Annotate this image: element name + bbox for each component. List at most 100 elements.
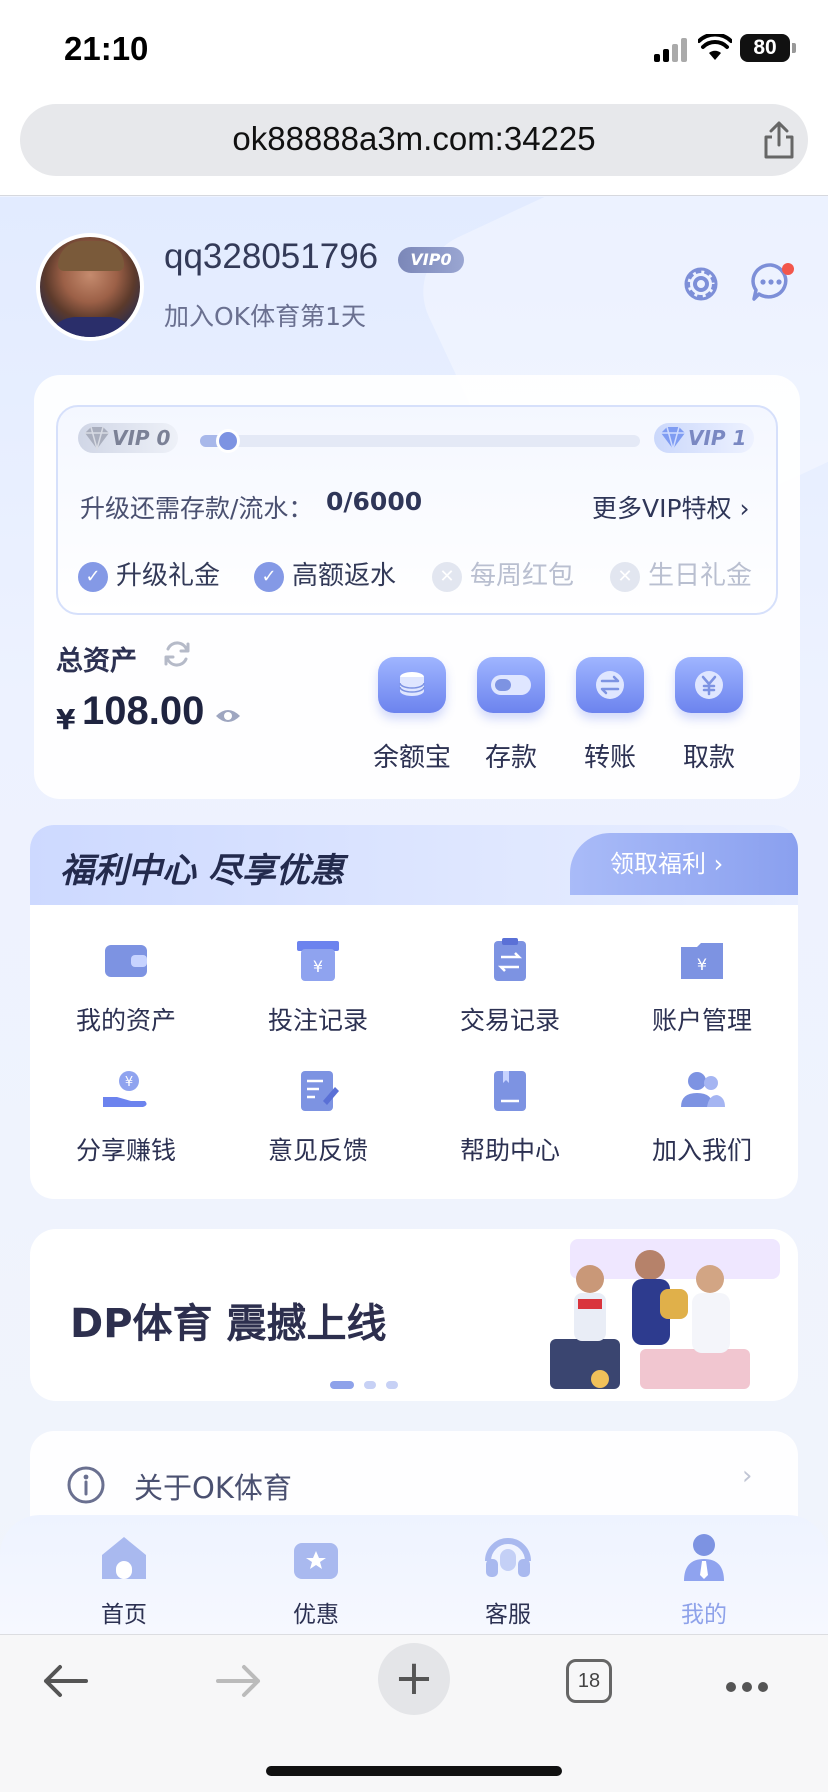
tab-label: 首页 xyxy=(101,1602,147,1628)
total-assets-title: 总资产 xyxy=(56,646,137,677)
claim-welfare-label: 领取福利 xyxy=(610,850,706,878)
account-folder-icon: ¥ xyxy=(677,937,727,983)
tabs-count-button[interactable]: 18 xyxy=(566,1659,612,1703)
share-icon[interactable] xyxy=(762,120,796,160)
vip-progress-knob xyxy=(216,429,240,453)
grid-account-management[interactable]: ¥ 账户管理 xyxy=(606,937,798,1037)
battery-tip xyxy=(792,43,796,53)
vip-level-badge: VIP0 xyxy=(398,247,464,273)
welfare-title: 福利中心 尽享优惠 xyxy=(60,851,344,891)
svg-text:¥: ¥ xyxy=(697,955,707,974)
tab-label: 我的 xyxy=(681,1602,727,1628)
more-vip-link[interactable]: 更多VIP特权 › xyxy=(592,489,750,525)
url-field[interactable]: ok88888a3m.com:34225 xyxy=(20,104,808,176)
claim-welfare-button[interactable]: 领取福利 › xyxy=(570,833,798,895)
transfer-icon xyxy=(576,657,644,713)
profile-icon xyxy=(676,1531,732,1585)
perk-label: 高额返水 xyxy=(292,561,397,591)
perk-upgrade-gift: ✓ 升级礼金 xyxy=(78,555,220,592)
join-days-text: 加入OK体育第1天 xyxy=(164,302,366,331)
grid-label: 投注记录 xyxy=(267,1006,368,1035)
avatar[interactable] xyxy=(36,233,144,341)
current-vip-tag: VIP 0 xyxy=(78,423,178,453)
check-icon: ✓ xyxy=(78,561,108,592)
grid-help-center[interactable]: 帮助中心 xyxy=(414,1067,606,1167)
users-icon xyxy=(677,1067,727,1113)
transaction-icon xyxy=(485,937,535,983)
perk-birthday-gift: ✕ 生日礼金 xyxy=(610,555,752,592)
diamond-icon xyxy=(85,426,109,451)
grid-label: 意见反馈 xyxy=(267,1136,368,1165)
vip-assets-card: VIP 0 VIP 1 升级还需存款/流水： 0/6000 更多VIP特权 › … xyxy=(34,375,800,799)
bet-record-icon: ¥ xyxy=(293,937,343,983)
action-label: 余额宝 xyxy=(372,743,451,773)
wallet-icon xyxy=(477,657,545,713)
tab-my-profile[interactable]: 我的 xyxy=(634,1531,774,1629)
battery-indicator: 80 xyxy=(740,34,790,62)
welfare-center: 福利中心 尽享优惠 领取福利 › 我的资产 ¥ 投注记录 交易记录 ¥ 账户管理… xyxy=(30,825,798,1199)
diamond-icon xyxy=(661,426,685,451)
yuebao-button[interactable]: 余额宝 xyxy=(364,657,460,774)
upgrade-requirement-value: 0/6000 xyxy=(326,487,423,516)
more-options-icon[interactable] xyxy=(726,1677,774,1696)
grid-share-earn[interactable]: ¥ 分享赚钱 xyxy=(30,1067,222,1167)
svg-text:¥: ¥ xyxy=(313,957,323,976)
info-icon xyxy=(67,1466,105,1504)
chevron-right-icon: › xyxy=(739,494,750,523)
headset-icon xyxy=(480,1531,536,1585)
action-label: 存款 xyxy=(484,743,537,773)
help-book-icon xyxy=(485,1067,535,1113)
deposit-button[interactable]: 存款 xyxy=(463,657,559,774)
eye-icon[interactable] xyxy=(214,707,242,725)
perk-label: 升级礼金 xyxy=(116,561,221,591)
forward-arrow-icon[interactable] xyxy=(214,1661,264,1701)
grid-join-us[interactable]: 加入我们 xyxy=(606,1067,798,1167)
grid-my-assets[interactable]: 我的资产 xyxy=(30,937,222,1037)
next-vip-label: VIP 1 xyxy=(688,426,747,450)
tab-label: 优惠 xyxy=(293,1602,339,1628)
vip-progress-bar xyxy=(200,429,640,453)
share-money-icon: ¥ xyxy=(101,1067,151,1113)
grid-label: 账户管理 xyxy=(651,1006,752,1035)
back-arrow-icon[interactable] xyxy=(40,1661,90,1701)
grid-transaction-records[interactable]: 交易记录 xyxy=(414,937,606,1037)
tab-home[interactable]: 首页 xyxy=(54,1531,194,1629)
perk-high-rebate: ✓ 高额返水 xyxy=(254,555,396,592)
action-label: 取款 xyxy=(682,743,735,773)
tab-customer-service[interactable]: 客服 xyxy=(438,1531,578,1629)
upgrade-requirement-label: 升级还需存款/流水： xyxy=(80,494,314,523)
welfare-header: 福利中心 尽享优惠 领取福利 › xyxy=(30,825,798,905)
status-time: 21:10 xyxy=(64,30,149,67)
home-indicator xyxy=(266,1766,562,1776)
svg-text:¥: ¥ xyxy=(125,1075,133,1090)
home-icon xyxy=(96,1531,152,1585)
username: qq328051796 xyxy=(164,237,379,276)
promo-banner[interactable]: DP体育 震撼上线 xyxy=(30,1229,798,1401)
grid-feedback[interactable]: 意见反馈 xyxy=(222,1067,414,1167)
cellular-signal-icon xyxy=(654,38,688,62)
coins-icon xyxy=(378,657,446,713)
refresh-icon[interactable] xyxy=(162,639,192,669)
perk-weekly-redpacket: ✕ 每周红包 xyxy=(432,555,574,592)
cross-icon: ✕ xyxy=(610,561,640,592)
transfer-button[interactable]: 转账 xyxy=(562,657,658,774)
carousel-dot[interactable] xyxy=(364,1381,376,1389)
wifi-icon xyxy=(698,34,732,60)
check-icon: ✓ xyxy=(254,561,284,592)
withdraw-button[interactable]: 取款 xyxy=(661,657,757,774)
grid-bet-records[interactable]: ¥ 投注记录 xyxy=(222,937,414,1037)
tab-promotions[interactable]: 优惠 xyxy=(246,1531,386,1629)
carousel-dot[interactable] xyxy=(386,1381,398,1389)
next-vip-tag: VIP 1 xyxy=(654,423,754,453)
chevron-right-icon: › xyxy=(713,850,724,878)
grid-label: 交易记录 xyxy=(459,1006,560,1035)
gear-icon[interactable] xyxy=(680,263,722,305)
more-vip-label: 更多VIP特权 xyxy=(592,494,732,523)
banner-headline: DP体育 震撼上线 xyxy=(70,1301,387,1347)
carousel-dot-active[interactable] xyxy=(330,1381,354,1389)
main-content: qq328051796 VIP0 加入OK体育第1天 VIP 0 VIP 1 升… xyxy=(0,197,828,1634)
total-balance: 108.00 xyxy=(82,689,205,733)
promo-icon xyxy=(288,1531,344,1585)
url-text: ok88888a3m.com:34225 xyxy=(232,120,596,157)
new-tab-plus-icon[interactable]: + xyxy=(378,1643,450,1715)
